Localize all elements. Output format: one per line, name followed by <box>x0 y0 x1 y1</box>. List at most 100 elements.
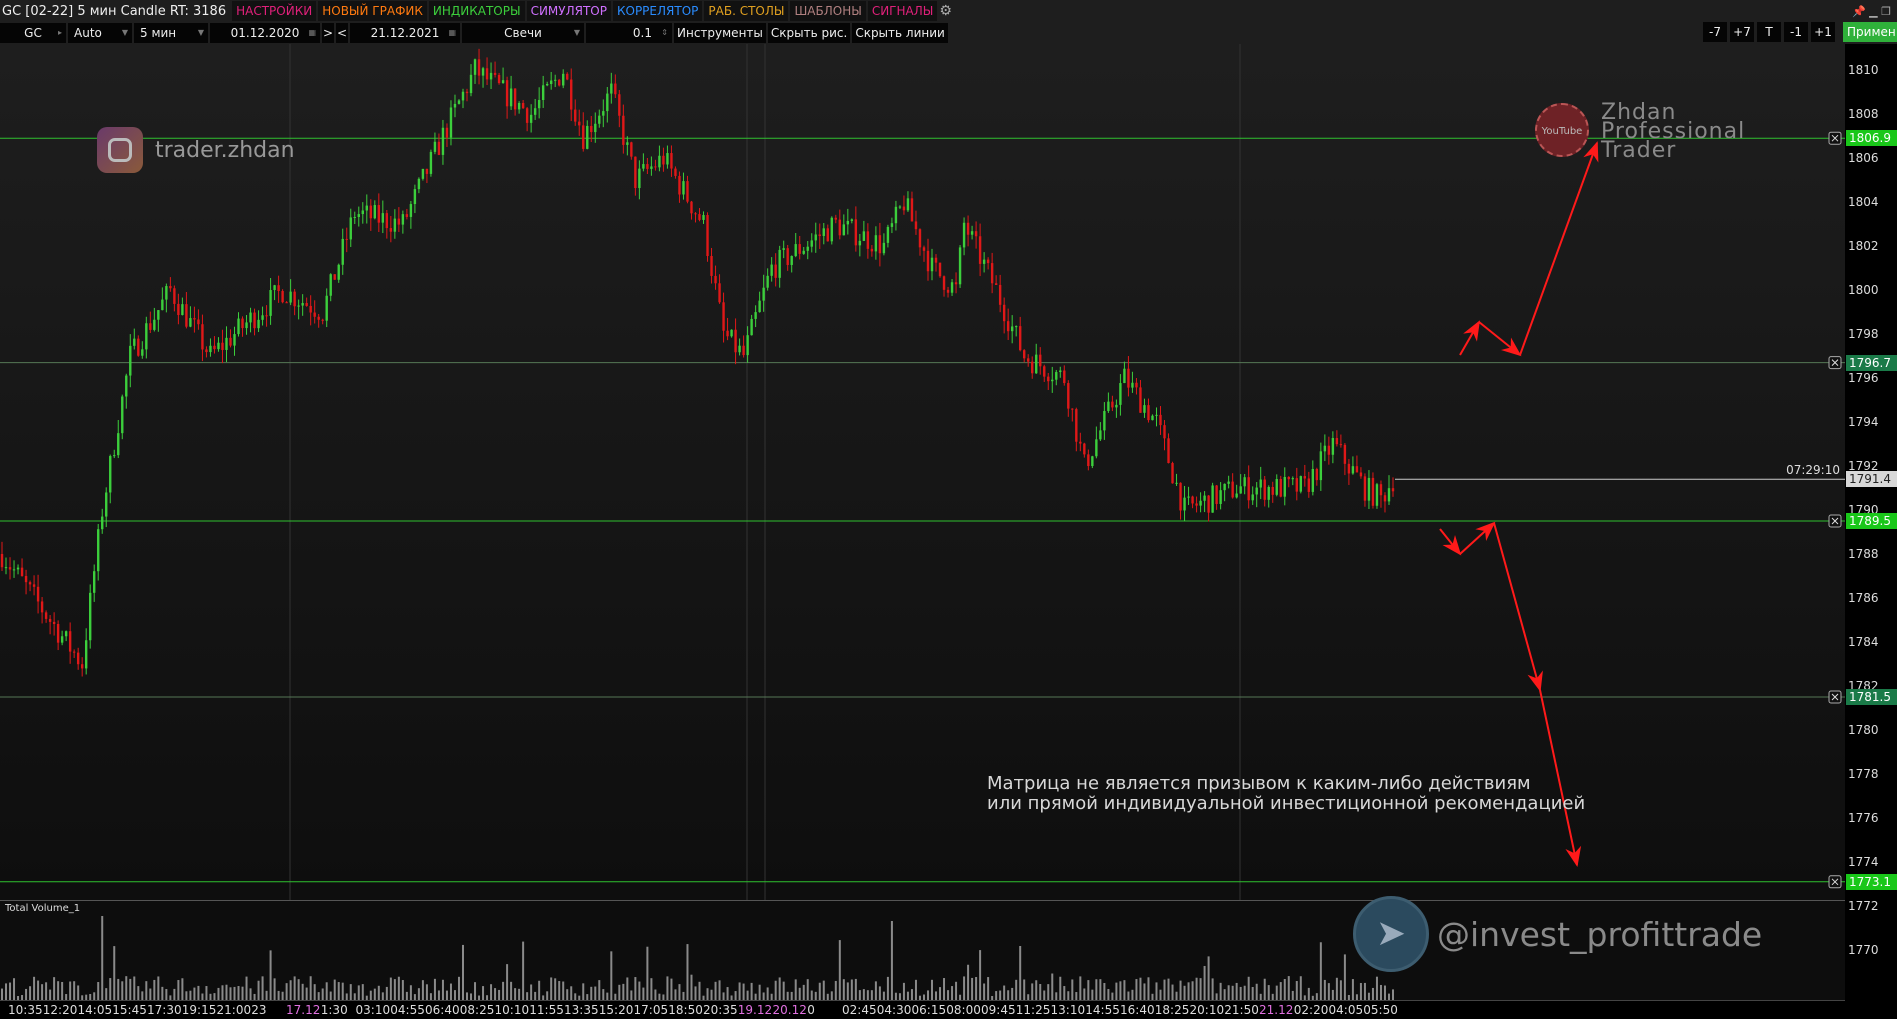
volume-bar <box>1295 981 1298 1001</box>
menu-2[interactable]: ИНДИКАТОРЫ <box>428 1 525 21</box>
prev-button[interactable]: < <box>336 23 348 43</box>
volume-bar <box>133 976 136 1001</box>
candle-body <box>1051 379 1054 382</box>
menu-1[interactable]: НОВЫЙ ГРАФИК <box>318 1 427 21</box>
candle-body <box>750 318 753 336</box>
candle-body <box>1067 383 1070 409</box>
menu-3[interactable]: СИМУЛЯТОР <box>526 1 611 21</box>
volume-bar <box>951 986 954 1001</box>
candle-body <box>1335 438 1339 445</box>
volume-bar <box>393 979 396 1001</box>
instruments-button[interactable]: Инструменты <box>674 23 766 43</box>
nav-plus7-button[interactable]: +7 <box>1730 22 1754 42</box>
candle-body <box>1131 382 1134 388</box>
level-price-label: 1789.5 <box>1846 513 1897 529</box>
step-stepper[interactable]: 0.1 ⇕ <box>586 23 672 43</box>
time-tick: 19:15 <box>181 1003 217 1017</box>
candle-body <box>842 224 846 236</box>
youtube-icon: YouTube <box>1535 103 1589 157</box>
nav-minus1-button[interactable]: -1 <box>1784 22 1808 42</box>
volume-bar <box>1323 979 1326 1001</box>
date-from-input[interactable]: 01.12.2020 ▦ <box>210 23 320 43</box>
level-price-label: 1796.7 <box>1846 354 1897 371</box>
nav-minus7-button[interactable]: -7 <box>1703 22 1727 42</box>
candle-body <box>72 651 76 653</box>
telegram-watermark: ➤ @invest_profittrade <box>1353 896 1762 972</box>
candle-body <box>373 205 377 219</box>
nav-today-button[interactable]: T <box>1757 22 1781 42</box>
candle-body <box>401 214 405 225</box>
window-controls[interactable]: 📌 ▁ ❐ <box>1852 5 1891 18</box>
candle-body <box>321 319 324 321</box>
volume-bar <box>874 981 877 1001</box>
date-to-input[interactable]: 21.12.2021 ▦ <box>350 23 460 43</box>
menu-7[interactable]: СИГНАЛЫ <box>867 1 938 21</box>
price-tick: 1784 <box>1848 635 1879 649</box>
candle-body <box>48 618 52 622</box>
candle-body <box>513 88 517 110</box>
candle-body <box>694 213 697 215</box>
calendar-icon[interactable]: ▦ <box>448 23 456 43</box>
time-tick: 17:05 <box>633 1003 669 1017</box>
volume-bar <box>1147 977 1150 1001</box>
price-axis[interactable]: 1810 1808 1806 1804 1802 1800 1798 1796 1794 1792… <box>1845 44 1897 1019</box>
time-tick: 05:50 <box>1363 1003 1398 1017</box>
menu-4[interactable]: КОРРЕЛЯТОР <box>612 1 703 21</box>
volume-bar <box>61 981 64 1001</box>
candle-body <box>666 153 669 165</box>
calendar-icon[interactable]: ▦ <box>308 23 316 43</box>
menu-6[interactable]: ШАБЛОНЫ <box>790 1 866 21</box>
volume-bar <box>1035 980 1038 1001</box>
price-tick: 1810 <box>1848 63 1879 77</box>
time-tick: 13:35 <box>564 1003 599 1017</box>
candle-body <box>590 125 593 133</box>
candle-body <box>1279 479 1282 497</box>
volume-bar <box>1167 978 1170 1001</box>
time-tick: 12:20 <box>42 1003 78 1017</box>
volume-bar <box>1143 983 1146 1001</box>
next-button[interactable]: > <box>322 23 334 43</box>
volume-bar <box>582 983 585 1001</box>
timeframe-select[interactable]: 5 мин ▼ <box>134 23 208 43</box>
chart-type-select[interactable]: Свечи ▼ <box>462 23 584 43</box>
disclaimer: Матрица не является призывом к каким-либ… <box>987 774 1585 814</box>
candle-body <box>638 168 641 189</box>
settings-gear-icon[interactable]: ⚙ <box>939 3 952 19</box>
candle-body <box>1195 503 1198 506</box>
step-value: 0.1 <box>632 26 652 40</box>
candle-body <box>838 219 842 236</box>
candle-body <box>942 276 946 290</box>
candle-body <box>1018 326 1022 351</box>
candle-body <box>1227 481 1230 484</box>
symbol-value: GC <box>24 26 42 40</box>
volume-bar <box>538 980 541 1001</box>
candle-body <box>109 456 112 493</box>
volume-bar <box>782 981 785 1001</box>
apply-button[interactable]: Примен <box>1843 22 1897 42</box>
candle-body <box>646 164 649 169</box>
time-tick: 06:15 <box>911 1003 947 1017</box>
candle-body <box>806 246 809 251</box>
volume-bar <box>269 950 272 1001</box>
candle-body <box>0 554 4 568</box>
candle-body <box>1091 456 1094 467</box>
menu-5[interactable]: РАБ. СТОЛЫ <box>704 1 789 21</box>
candle-body <box>1175 482 1178 484</box>
hide-drawings-button[interactable]: Скрыть рис. <box>767 23 851 43</box>
menu-0[interactable]: НАСТРОЙКИ <box>232 1 317 21</box>
hide-lines-button[interactable]: Скрыть линии <box>852 23 948 43</box>
candle-body <box>1383 495 1387 502</box>
candle-body <box>1235 493 1238 498</box>
volume-bar <box>1191 981 1194 1001</box>
candle-body <box>393 218 397 232</box>
candle-body <box>441 127 445 155</box>
candle-body <box>97 529 100 572</box>
candle-body <box>734 329 737 353</box>
scale-select[interactable]: Auto ▼ <box>68 23 132 43</box>
volume-bar <box>409 985 412 1001</box>
volume-bar <box>963 976 966 1001</box>
volume-bar <box>361 984 364 1001</box>
price-tick: 1794 <box>1848 415 1879 429</box>
nav-plus1-button[interactable]: +1 <box>1811 22 1835 42</box>
symbol-select[interactable]: GC ▸ <box>0 23 66 43</box>
